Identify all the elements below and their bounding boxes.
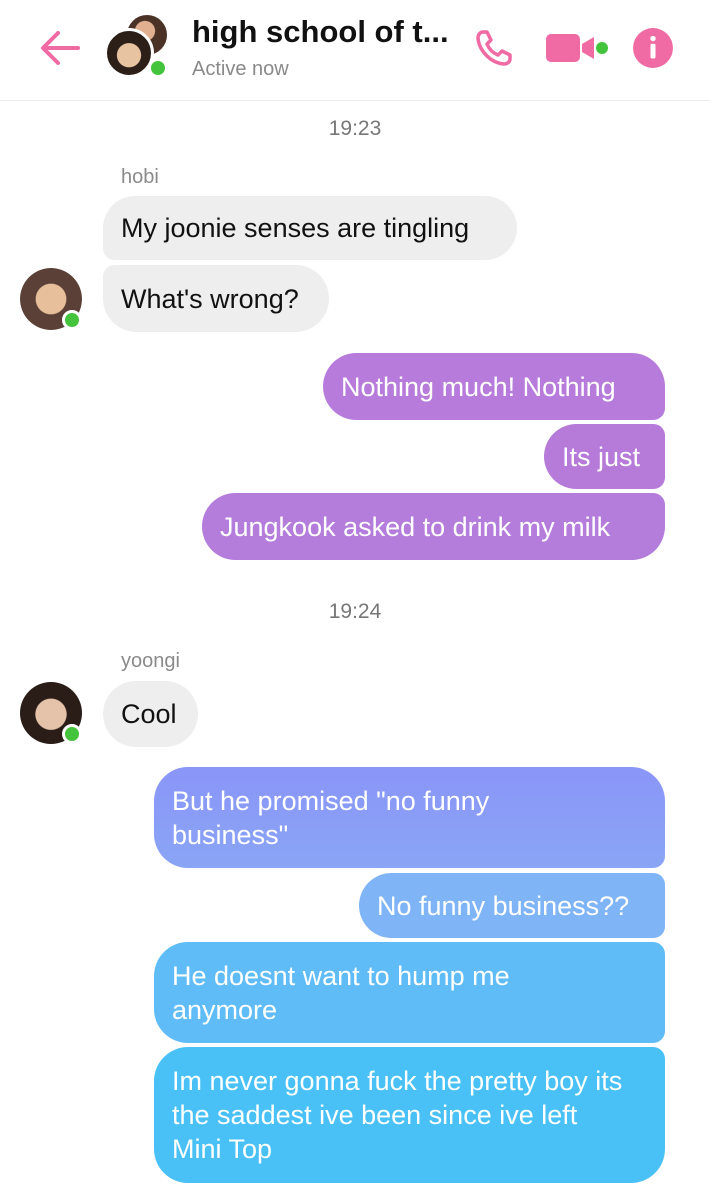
info-icon[interactable] [632,27,674,69]
message-text: My joonie senses are tingling [121,213,470,243]
chat-header: high school of t... Active now [0,0,710,101]
video-camera-icon[interactable] [544,28,610,68]
online-indicator [62,724,82,744]
message-text: Its just [562,442,641,472]
chat-title[interactable]: high school of t... [192,14,452,50]
incoming-message[interactable]: My joonie senses are tingling [103,196,517,260]
outgoing-message[interactable]: But he promised "no funny business" [154,767,665,868]
active-status: Active now [192,58,289,80]
timestamp: 19:24 [328,600,382,623]
outgoing-message[interactable]: Nothing much! Nothing [323,353,665,420]
outgoing-message[interactable]: Im never gonna fuck the pretty boy its t… [154,1047,665,1183]
message-text: Im never gonna fuck the pretty boy its t… [172,1066,623,1164]
incoming-message[interactable]: What's wrong? [103,265,329,332]
outgoing-message[interactable]: He doesnt want to hump me anymore [154,942,665,1043]
outgoing-message[interactable]: Jungkook asked to drink my milk [202,493,665,560]
outgoing-message[interactable]: No funny business?? [359,873,665,938]
sender-name: yoongi [121,650,180,672]
message-text: He doesnt want to hump me anymore [172,961,510,1025]
timestamp: 19:23 [328,117,382,140]
group-avatar[interactable] [104,12,172,80]
message-text: No funny business?? [377,891,630,921]
message-text: But he promised "no funny business" [172,786,490,850]
member-avatar [104,28,154,78]
online-indicator [62,310,82,330]
online-indicator [148,58,168,78]
message-text: What's wrong? [121,284,299,314]
phone-icon[interactable] [474,28,514,68]
back-arrow-icon[interactable] [38,28,82,68]
message-text: Nothing much! Nothing [341,372,616,402]
message-text: Cool [121,699,177,729]
sender-name: hobi [121,166,159,188]
message-text: Jungkook asked to drink my milk [220,512,611,542]
outgoing-message[interactable]: Its just [544,424,665,489]
incoming-message[interactable]: Cool [103,681,198,747]
